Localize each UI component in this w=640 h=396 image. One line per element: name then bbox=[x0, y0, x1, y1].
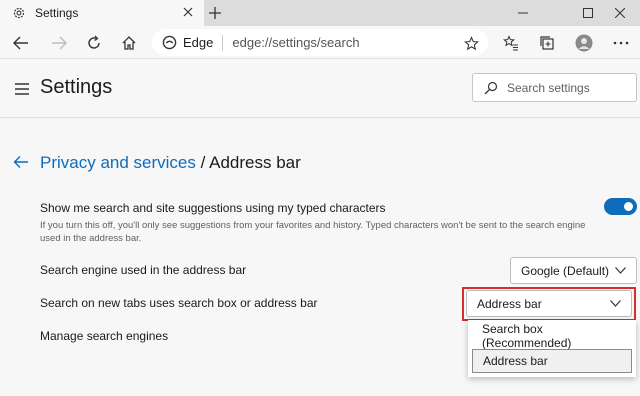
url-text[interactable]: edge://settings/search bbox=[232, 35, 359, 50]
manage-search-engines-link[interactable]: Manage search engines bbox=[40, 329, 168, 343]
search-engine-select[interactable]: Google (Default) bbox=[510, 257, 637, 284]
chevron-down-icon bbox=[615, 267, 626, 274]
menu-icon[interactable] bbox=[14, 82, 30, 96]
add-favorite-button[interactable] bbox=[462, 34, 480, 52]
search-settings-box[interactable] bbox=[472, 73, 637, 102]
minimize-button[interactable] bbox=[500, 0, 546, 26]
edge-logo-icon bbox=[162, 35, 177, 50]
profile-button[interactable] bbox=[571, 30, 597, 56]
dropdown-option-search-box[interactable]: Search box (Recommended) bbox=[472, 322, 632, 350]
breadcrumb-current: Address bar bbox=[209, 153, 301, 172]
star-icon bbox=[463, 35, 479, 50]
back-icon bbox=[13, 36, 28, 50]
address-divider bbox=[222, 34, 224, 51]
new-tabs-selected-value: Address bar bbox=[477, 296, 542, 311]
search-input[interactable] bbox=[507, 80, 627, 95]
suggestions-setting-title: Show me search and site suggestions usin… bbox=[40, 201, 386, 215]
home-icon bbox=[122, 36, 136, 50]
new-tabs-dropdown-menu: Search box (Recommended) Address bar bbox=[468, 320, 636, 377]
chevron-down-icon bbox=[610, 300, 621, 307]
collections-icon bbox=[540, 36, 554, 50]
more-icon bbox=[613, 41, 629, 45]
new-tabs-select[interactable]: Address bar bbox=[466, 290, 632, 317]
forward-button[interactable] bbox=[46, 30, 72, 56]
dropdown-option-address-bar[interactable]: Address bar bbox=[472, 349, 632, 373]
home-button[interactable] bbox=[116, 30, 142, 56]
favorites-button[interactable] bbox=[498, 30, 524, 56]
collections-button[interactable] bbox=[534, 30, 560, 56]
refresh-icon bbox=[88, 35, 100, 49]
search-engine-setting-title: Search engine used in the address bar bbox=[40, 263, 247, 277]
toggle-knob bbox=[624, 202, 633, 211]
header-divider bbox=[0, 117, 640, 118]
gear-icon bbox=[13, 7, 25, 19]
refresh-button[interactable] bbox=[81, 30, 107, 56]
more-button[interactable] bbox=[608, 30, 634, 56]
search-icon bbox=[484, 81, 498, 94]
forward-icon bbox=[52, 36, 67, 50]
window-close-button[interactable] bbox=[600, 0, 640, 26]
new-tab-button[interactable] bbox=[205, 4, 225, 22]
suggestions-setting-description: If you turn this off, you'll only see su… bbox=[40, 220, 586, 244]
minimize-icon bbox=[518, 12, 528, 14]
tab-strip: Settings bbox=[0, 0, 640, 26]
back-button[interactable] bbox=[8, 30, 34, 56]
tab-settings[interactable]: Settings bbox=[0, 0, 204, 26]
toolbar: Edge edge://settings/search bbox=[0, 26, 640, 59]
breadcrumb-parent-link[interactable]: Privacy and services bbox=[40, 153, 196, 172]
page-title: Settings bbox=[40, 76, 113, 98]
back-icon[interactable] bbox=[13, 155, 29, 169]
tab-title: Settings bbox=[35, 6, 79, 20]
maximize-icon bbox=[583, 8, 593, 18]
search-engine-selected-value: Google (Default) bbox=[521, 263, 610, 278]
site-identity-label: Edge bbox=[183, 35, 214, 50]
favorites-icon bbox=[503, 35, 518, 51]
address-bar[interactable]: Edge edge://settings/search bbox=[152, 29, 488, 56]
new-tabs-setting-title: Search on new tabs uses search box or ad… bbox=[40, 296, 318, 310]
close-icon[interactable] bbox=[182, 6, 194, 18]
breadcrumb: Privacy and services / Address bar bbox=[40, 153, 301, 173]
close-icon bbox=[615, 8, 625, 18]
plus-icon bbox=[209, 7, 221, 19]
breadcrumb-separator: / bbox=[195, 153, 210, 172]
suggestions-toggle[interactable] bbox=[604, 198, 637, 215]
profile-icon bbox=[575, 34, 593, 52]
